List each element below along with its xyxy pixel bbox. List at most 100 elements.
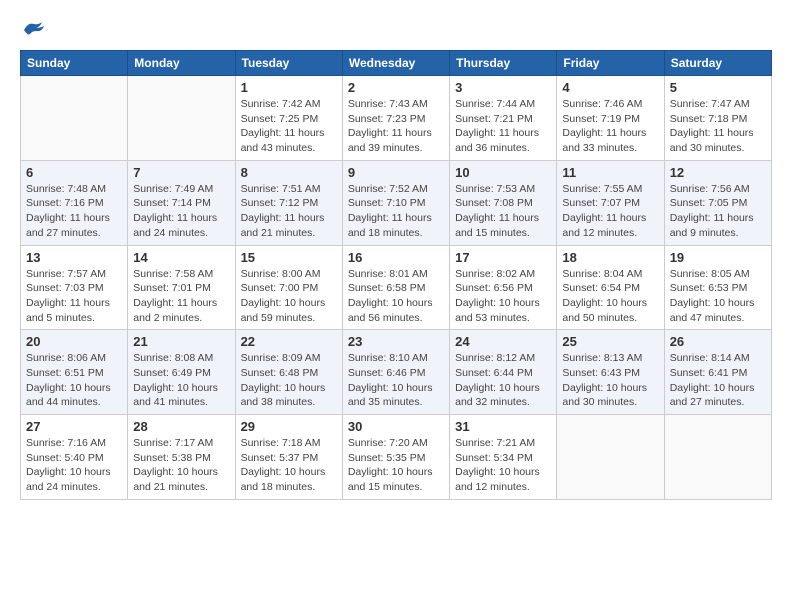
calendar-cell: 2 Sunrise: 7:43 AMSunset: 7:23 PMDaylight…: [342, 76, 449, 161]
day-number: 19: [670, 250, 766, 265]
day-info: Sunrise: 7:56 AMSunset: 7:05 PMDaylight:…: [670, 182, 766, 241]
day-number: 5: [670, 80, 766, 95]
day-number: 16: [348, 250, 444, 265]
calendar-cell: 20Sunrise: 8:06 AMSunset: 6:51 PMDayligh…: [21, 330, 128, 415]
day-number: 31: [455, 419, 551, 434]
calendar-cell: 12 Sunrise: 7:56 AMSunset: 7:05 PMDayligh…: [664, 160, 771, 245]
calendar-cell: 6Sunrise: 7:48 AMSunset: 7:16 PMDaylight…: [21, 160, 128, 245]
day-number: 10: [455, 165, 551, 180]
calendar-cell: 18 Sunrise: 8:04 AMSunset: 6:54 PMDayligh…: [557, 245, 664, 330]
day-info: Sunrise: 7:46 AMSunset: 7:19 PMDaylight:…: [562, 97, 658, 156]
day-number: 9: [348, 165, 444, 180]
calendar-cell: 9 Sunrise: 7:52 AMSunset: 7:10 PMDaylight…: [342, 160, 449, 245]
calendar-cell: [664, 415, 771, 500]
calendar-cell: 15 Sunrise: 8:00 AMSunset: 7:00 PMDayligh…: [235, 245, 342, 330]
weekday-header: Thursday: [450, 51, 557, 76]
day-info: Sunrise: 7:21 AMSunset: 5:34 PMDaylight:…: [455, 436, 551, 495]
day-number: 22: [241, 334, 337, 349]
day-info: Sunrise: 7:17 AMSunset: 5:38 PMDaylight:…: [133, 436, 229, 495]
day-number: 21: [133, 334, 229, 349]
day-info: Sunrise: 7:52 AMSunset: 7:10 PMDaylight:…: [348, 182, 444, 241]
logo-bird-icon: [22, 20, 46, 40]
calendar-cell: 14Sunrise: 7:58 AMSunset: 7:01 PMDayligh…: [128, 245, 235, 330]
weekday-header: Tuesday: [235, 51, 342, 76]
day-number: 11: [562, 165, 658, 180]
calendar-week-row: 13Sunrise: 7:57 AMSunset: 7:03 PMDayligh…: [21, 245, 772, 330]
day-info: Sunrise: 7:48 AMSunset: 7:16 PMDaylight:…: [26, 182, 122, 241]
day-number: 1: [241, 80, 337, 95]
day-number: 29: [241, 419, 337, 434]
page-header: [20, 20, 772, 40]
day-number: 18: [562, 250, 658, 265]
day-info: Sunrise: 7:49 AMSunset: 7:14 PMDaylight:…: [133, 182, 229, 241]
day-number: 26: [670, 334, 766, 349]
calendar-cell: 25 Sunrise: 8:13 AMSunset: 6:43 PMDayligh…: [557, 330, 664, 415]
day-info: Sunrise: 8:10 AMSunset: 6:46 PMDaylight:…: [348, 351, 444, 410]
day-info: Sunrise: 7:44 AMSunset: 7:21 PMDaylight:…: [455, 97, 551, 156]
day-info: Sunrise: 8:06 AMSunset: 6:51 PMDaylight:…: [26, 351, 122, 410]
day-number: 7: [133, 165, 229, 180]
day-info: Sunrise: 8:00 AMSunset: 7:00 PMDaylight:…: [241, 267, 337, 326]
calendar-cell: 7 Sunrise: 7:49 AMSunset: 7:14 PMDaylight…: [128, 160, 235, 245]
day-number: 28: [133, 419, 229, 434]
calendar-week-row: 6Sunrise: 7:48 AMSunset: 7:16 PMDaylight…: [21, 160, 772, 245]
day-info: Sunrise: 8:12 AMSunset: 6:44 PMDaylight:…: [455, 351, 551, 410]
calendar-cell: [128, 76, 235, 161]
day-info: Sunrise: 7:16 AMSunset: 5:40 PMDaylight:…: [26, 436, 122, 495]
calendar-cell: 8 Sunrise: 7:51 AMSunset: 7:12 PMDaylight…: [235, 160, 342, 245]
day-info: Sunrise: 8:01 AMSunset: 6:58 PMDaylight:…: [348, 267, 444, 326]
calendar-cell: 1 Sunrise: 7:42 AMSunset: 7:25 PMDaylight…: [235, 76, 342, 161]
day-info: Sunrise: 8:04 AMSunset: 6:54 PMDaylight:…: [562, 267, 658, 326]
calendar-cell: 5 Sunrise: 7:47 AMSunset: 7:18 PMDaylight…: [664, 76, 771, 161]
day-number: 25: [562, 334, 658, 349]
weekday-header: Monday: [128, 51, 235, 76]
day-number: 24: [455, 334, 551, 349]
calendar-week-row: 20Sunrise: 8:06 AMSunset: 6:51 PMDayligh…: [21, 330, 772, 415]
day-number: 13: [26, 250, 122, 265]
day-info: Sunrise: 7:20 AMSunset: 5:35 PMDaylight:…: [348, 436, 444, 495]
day-info: Sunrise: 7:51 AMSunset: 7:12 PMDaylight:…: [241, 182, 337, 241]
calendar-cell: 4Sunrise: 7:46 AMSunset: 7:19 PMDaylight…: [557, 76, 664, 161]
calendar-week-row: 1 Sunrise: 7:42 AMSunset: 7:25 PMDaylight…: [21, 76, 772, 161]
calendar-cell: 29 Sunrise: 7:18 AMSunset: 5:37 PMDayligh…: [235, 415, 342, 500]
calendar-table: SundayMondayTuesdayWednesdayThursdayFrid…: [20, 50, 772, 500]
weekday-header: Saturday: [664, 51, 771, 76]
day-info: Sunrise: 7:43 AMSunset: 7:23 PMDaylight:…: [348, 97, 444, 156]
day-number: 23: [348, 334, 444, 349]
day-number: 12: [670, 165, 766, 180]
weekday-header: Wednesday: [342, 51, 449, 76]
day-info: Sunrise: 8:05 AMSunset: 6:53 PMDaylight:…: [670, 267, 766, 326]
weekday-header: Sunday: [21, 51, 128, 76]
day-info: Sunrise: 7:47 AMSunset: 7:18 PMDaylight:…: [670, 97, 766, 156]
logo: [20, 20, 46, 40]
day-number: 17: [455, 250, 551, 265]
calendar-cell: 13Sunrise: 7:57 AMSunset: 7:03 PMDayligh…: [21, 245, 128, 330]
day-number: 30: [348, 419, 444, 434]
day-info: Sunrise: 8:08 AMSunset: 6:49 PMDaylight:…: [133, 351, 229, 410]
day-info: Sunrise: 7:53 AMSunset: 7:08 PMDaylight:…: [455, 182, 551, 241]
day-number: 8: [241, 165, 337, 180]
weekday-header-row: SundayMondayTuesdayWednesdayThursdayFrid…: [21, 51, 772, 76]
day-number: 2: [348, 80, 444, 95]
day-info: Sunrise: 7:42 AMSunset: 7:25 PMDaylight:…: [241, 97, 337, 156]
calendar-cell: 3 Sunrise: 7:44 AMSunset: 7:21 PMDaylight…: [450, 76, 557, 161]
day-number: 3: [455, 80, 551, 95]
calendar-week-row: 27Sunrise: 7:16 AMSunset: 5:40 PMDayligh…: [21, 415, 772, 500]
day-info: Sunrise: 8:09 AMSunset: 6:48 PMDaylight:…: [241, 351, 337, 410]
calendar-cell: 10 Sunrise: 7:53 AMSunset: 7:08 PMDayligh…: [450, 160, 557, 245]
day-info: Sunrise: 8:14 AMSunset: 6:41 PMDaylight:…: [670, 351, 766, 410]
calendar-cell: 19 Sunrise: 8:05 AMSunset: 6:53 PMDayligh…: [664, 245, 771, 330]
calendar-cell: 16 Sunrise: 8:01 AMSunset: 6:58 PMDayligh…: [342, 245, 449, 330]
day-info: Sunrise: 7:18 AMSunset: 5:37 PMDaylight:…: [241, 436, 337, 495]
calendar-cell: 31 Sunrise: 7:21 AMSunset: 5:34 PMDayligh…: [450, 415, 557, 500]
calendar-cell: 21 Sunrise: 8:08 AMSunset: 6:49 PMDayligh…: [128, 330, 235, 415]
day-info: Sunrise: 7:55 AMSunset: 7:07 PMDaylight:…: [562, 182, 658, 241]
day-info: Sunrise: 8:13 AMSunset: 6:43 PMDaylight:…: [562, 351, 658, 410]
calendar-cell: [557, 415, 664, 500]
calendar-cell: 26 Sunrise: 8:14 AMSunset: 6:41 PMDayligh…: [664, 330, 771, 415]
calendar-cell: 24 Sunrise: 8:12 AMSunset: 6:44 PMDayligh…: [450, 330, 557, 415]
day-number: 15: [241, 250, 337, 265]
weekday-header: Friday: [557, 51, 664, 76]
calendar-cell: 28 Sunrise: 7:17 AMSunset: 5:38 PMDayligh…: [128, 415, 235, 500]
calendar-cell: 30 Sunrise: 7:20 AMSunset: 5:35 PMDayligh…: [342, 415, 449, 500]
